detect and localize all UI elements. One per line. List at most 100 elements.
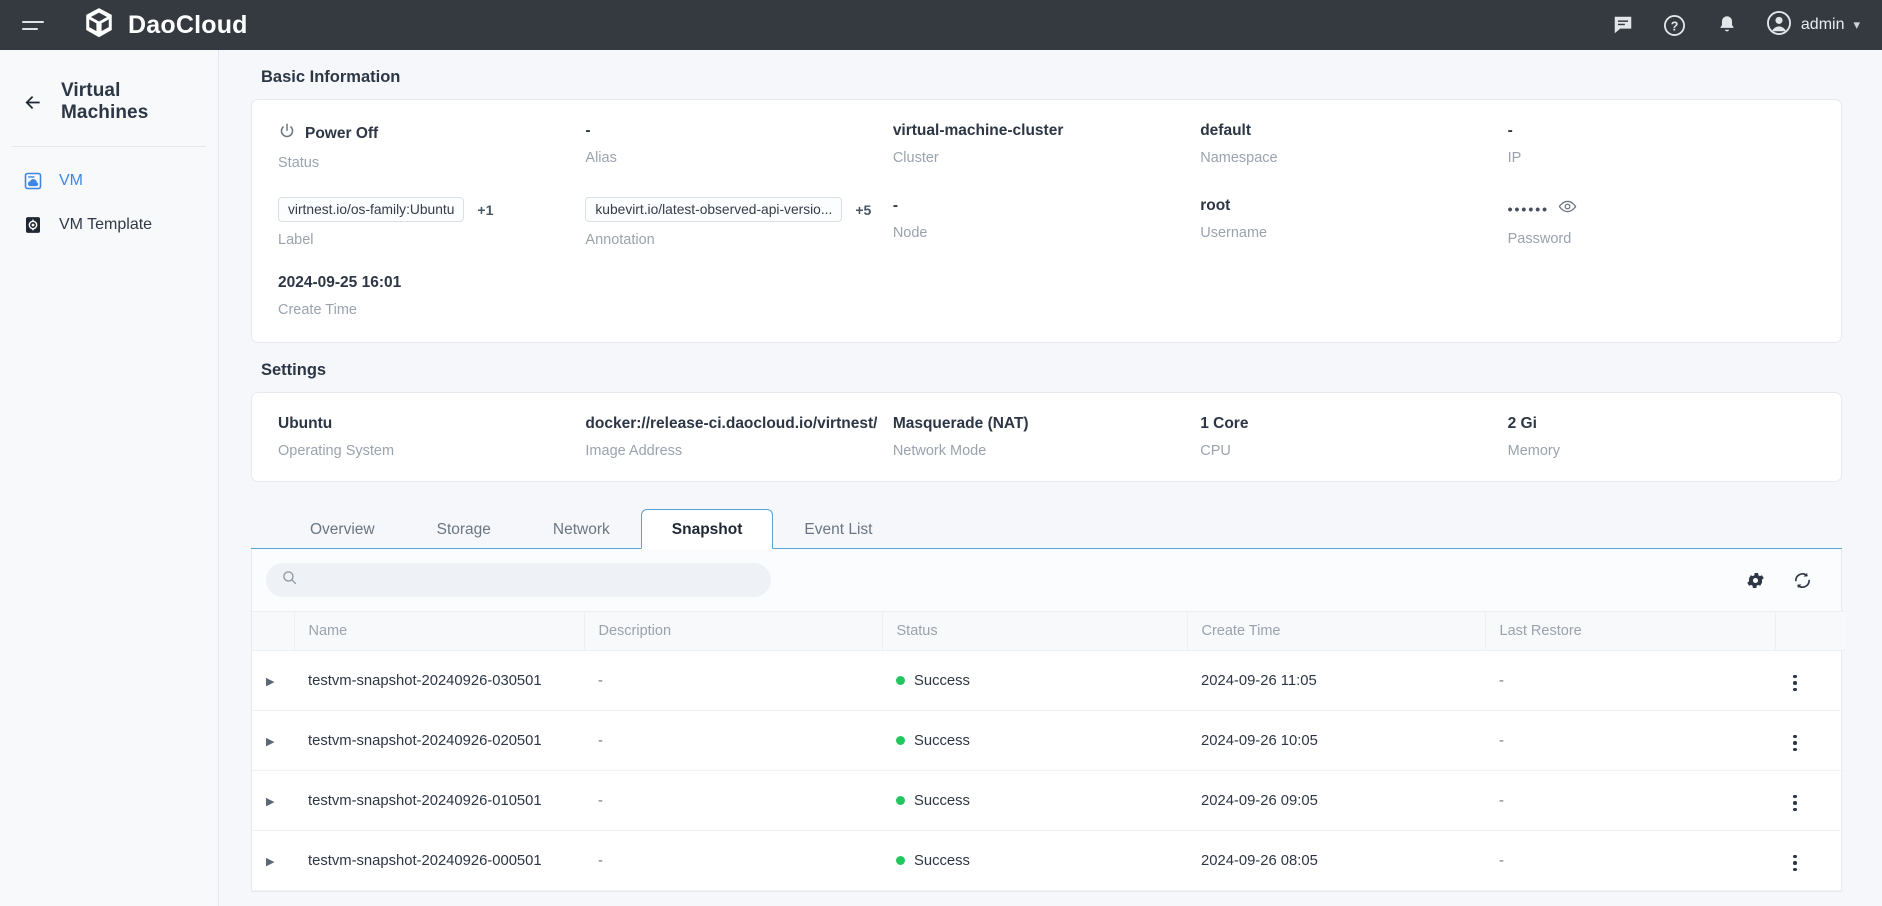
node-value: - xyxy=(893,197,1184,215)
table-row[interactable]: ▶ testvm-snapshot-20240926-030501 - Succ… xyxy=(252,651,1845,711)
tab-event-list[interactable]: Event List xyxy=(773,509,903,549)
tab-network[interactable]: Network xyxy=(522,509,641,549)
sidebar-item-label: VM xyxy=(59,172,83,190)
expand-triangle-icon[interactable]: ▶ xyxy=(266,795,274,808)
table-header: Name Description Status Create Time Last… xyxy=(252,612,1845,651)
create-time-value: 2024-09-25 16:01 xyxy=(278,274,569,292)
cell-actions xyxy=(1775,651,1845,711)
cell-actions xyxy=(1775,711,1845,771)
back-arrow-icon[interactable] xyxy=(22,92,43,113)
sidebar-header: Virtual Machines xyxy=(0,70,218,146)
status-dot-icon xyxy=(896,736,905,745)
alias-value: - xyxy=(585,122,876,140)
username-label: Username xyxy=(1200,225,1491,241)
cell-description: - xyxy=(584,771,882,831)
top-header: DaoCloud ? xyxy=(0,0,1882,50)
power-icon xyxy=(278,122,296,145)
sidebar-item-vm[interactable]: VM xyxy=(0,159,218,203)
ip-label: IP xyxy=(1508,150,1799,166)
expand-triangle-icon[interactable]: ▶ xyxy=(266,735,274,748)
annotation-label: Annotation xyxy=(585,232,876,248)
basic-row-1: Power Off Status - Alias virtual-machine… xyxy=(278,122,1815,171)
cell-description: - xyxy=(584,651,882,711)
annotation-chip[interactable]: kubevirt.io/latest-observed-api-versio..… xyxy=(585,197,842,222)
avatar xyxy=(1766,10,1792,41)
image-address-value: docker://release-ci.daocloud.io/virtnest… xyxy=(585,415,876,433)
help-icon[interactable]: ? xyxy=(1662,12,1688,38)
header-actions: ? admin ▾ xyxy=(1610,10,1860,41)
image-address-label: Image Address xyxy=(585,443,876,459)
eye-icon[interactable] xyxy=(1558,197,1577,221)
annotation-more-count[interactable]: +5 xyxy=(855,202,871,218)
cell-create-time: 2024-09-26 08:05 xyxy=(1187,831,1485,891)
refresh-icon[interactable] xyxy=(1792,570,1813,591)
search-input[interactable] xyxy=(308,572,756,588)
chat-icon[interactable] xyxy=(1610,12,1636,38)
expand-cell: ▶ xyxy=(252,711,294,771)
node-label: Node xyxy=(893,225,1184,241)
table-header-row: Name Description Status Create Time Last… xyxy=(252,612,1845,651)
cell-description: - xyxy=(584,831,882,891)
field-annotation: kubevirt.io/latest-observed-api-versio..… xyxy=(585,197,892,248)
cpu-value: 1 Core xyxy=(1200,415,1491,433)
daocloud-cube-icon xyxy=(82,6,116,45)
table-toolbar xyxy=(252,549,1841,611)
cell-create-time: 2024-09-26 11:05 xyxy=(1187,651,1485,711)
basic-row-3: 2024-09-25 16:01 Create Time xyxy=(278,274,1815,318)
sidebar: Virtual Machines VM xyxy=(0,50,219,906)
expand-triangle-icon[interactable]: ▶ xyxy=(266,855,274,868)
row-menu-icon[interactable] xyxy=(1789,731,1801,756)
field-username: root Username xyxy=(1200,197,1507,248)
status-value: Power Off xyxy=(305,125,378,143)
expand-triangle-icon[interactable]: ▶ xyxy=(266,675,274,688)
cell-name: testvm-snapshot-20240926-000501 xyxy=(294,831,584,891)
cell-actions xyxy=(1775,771,1845,831)
operating-system-value: Ubuntu xyxy=(278,415,569,433)
sidebar-item-vm-template[interactable]: VM Template xyxy=(0,203,218,247)
table-row[interactable]: ▶ testvm-snapshot-20240926-020501 - Succ… xyxy=(252,711,1845,771)
field-spacer-4 xyxy=(1508,274,1815,318)
table-row[interactable]: ▶ testvm-snapshot-20240926-000501 - Succ… xyxy=(252,831,1845,891)
label-chip[interactable]: virtnest.io/os-family:Ubuntu xyxy=(278,197,464,222)
row-menu-icon[interactable] xyxy=(1789,791,1801,816)
cell-last-restore: - xyxy=(1485,771,1775,831)
header-last-restore: Last Restore xyxy=(1485,612,1775,651)
network-mode-label: Network Mode xyxy=(893,443,1184,459)
cell-status: Success xyxy=(882,711,1187,771)
field-spacer-3 xyxy=(1200,274,1507,318)
field-network-mode: Masquerade (NAT) Network Mode xyxy=(893,415,1200,459)
table-row[interactable]: ▶ testvm-snapshot-20240926-010501 - Succ… xyxy=(252,771,1845,831)
brand-name: DaoCloud xyxy=(128,11,248,40)
status-dot-icon xyxy=(896,856,905,865)
memory-label: Memory xyxy=(1508,443,1799,459)
field-password: •••••• Password xyxy=(1508,197,1815,248)
tab-overview[interactable]: Overview xyxy=(279,509,406,549)
brand-logo[interactable]: DaoCloud xyxy=(82,6,248,45)
status-dot-icon xyxy=(896,676,905,685)
row-menu-icon[interactable] xyxy=(1789,851,1801,876)
label-more-count[interactable]: +1 xyxy=(477,202,493,218)
header-status: Status xyxy=(882,612,1187,651)
search-box[interactable] xyxy=(266,563,771,597)
header-expand xyxy=(252,612,294,651)
network-mode-value: Masquerade (NAT) xyxy=(893,415,1184,433)
field-create-time: 2024-09-25 16:01 Create Time xyxy=(278,274,585,318)
tab-storage[interactable]: Storage xyxy=(406,509,522,549)
hamburger-icon[interactable] xyxy=(22,12,48,38)
gear-icon[interactable] xyxy=(1745,570,1766,591)
expand-cell: ▶ xyxy=(252,651,294,711)
label-label: Label xyxy=(278,232,569,248)
status-dot-icon xyxy=(896,796,905,805)
field-namespace: default Namespace xyxy=(1200,122,1507,171)
settings-row: Ubuntu Operating System docker://release… xyxy=(278,415,1815,459)
tab-snapshot[interactable]: Snapshot xyxy=(641,509,774,549)
bell-icon[interactable] xyxy=(1714,12,1740,38)
tab-bar: Overview Storage Network Snapshot Event … xyxy=(251,508,1842,549)
user-menu[interactable]: admin ▾ xyxy=(1766,10,1860,41)
cell-name: testvm-snapshot-20240926-020501 xyxy=(294,711,584,771)
row-menu-icon[interactable] xyxy=(1789,671,1801,696)
settings-card: Ubuntu Operating System docker://release… xyxy=(251,392,1842,482)
field-operating-system: Ubuntu Operating System xyxy=(278,415,585,459)
cell-status: Success xyxy=(882,651,1187,711)
ip-value: - xyxy=(1508,122,1799,140)
